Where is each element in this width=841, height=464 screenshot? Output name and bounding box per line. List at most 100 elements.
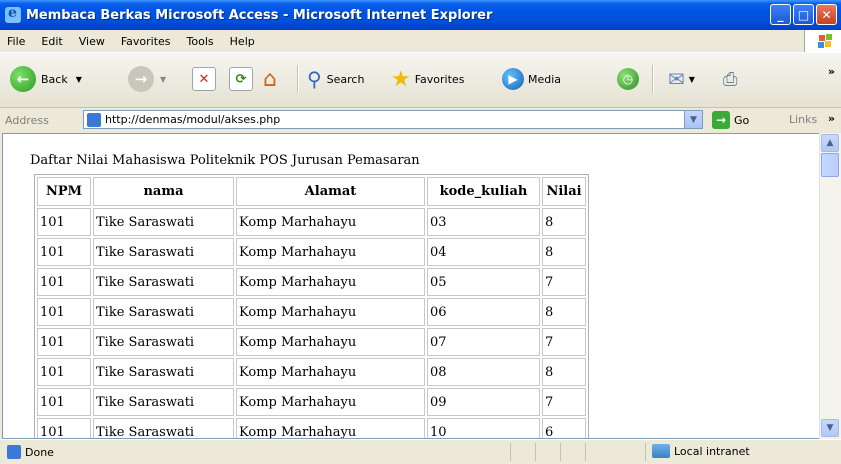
cell-kode-kuliah: 08 xyxy=(427,358,540,386)
cell-npm: 101 xyxy=(37,358,91,386)
go-button[interactable]: → Go xyxy=(712,111,749,129)
cell-nama: Tike Saraswati xyxy=(93,298,234,326)
cell-nama: Tike Saraswati xyxy=(93,238,234,266)
table-row: 101 Tike Saraswati Komp Marhahayu 08 8 xyxy=(37,358,586,386)
history-icon: ◷ xyxy=(617,68,639,90)
search-icon: ⚲ xyxy=(307,67,322,91)
status-divider xyxy=(535,443,536,461)
menu-bar: File Edit View Favorites Tools Help xyxy=(0,30,841,53)
favorites-label: Favorites xyxy=(414,72,465,86)
status-divider xyxy=(585,443,586,461)
page-caption: Daftar Nilai Mahasiswa Politeknik POS Ju… xyxy=(30,153,420,168)
favorites-star-icon: ★ xyxy=(391,66,411,92)
cell-npm: 101 xyxy=(37,418,91,438)
cell-nama: Tike Saraswati xyxy=(93,328,234,356)
cell-kode-kuliah: 05 xyxy=(427,268,540,296)
toolbar-more-icon[interactable]: » xyxy=(828,65,835,78)
table-row: 101 Tike Saraswati Komp Marhahayu 04 8 xyxy=(37,238,586,266)
menu-view[interactable]: View xyxy=(79,35,105,48)
media-icon: ▶ xyxy=(502,68,524,90)
close-button[interactable]: ✕ xyxy=(816,4,837,25)
column-header-nama: nama xyxy=(93,177,234,206)
home-button[interactable]: ⌂ xyxy=(263,62,277,96)
cell-nilai: 7 xyxy=(542,388,586,416)
column-header-nilai: Nilai xyxy=(542,177,586,206)
minimize-button[interactable]: _ xyxy=(770,4,791,25)
scroll-up-icon[interactable]: ▲ xyxy=(821,134,839,152)
search-button[interactable]: ⚲ Search xyxy=(307,62,364,96)
menu-help[interactable]: Help xyxy=(230,35,255,48)
cell-npm: 101 xyxy=(37,298,91,326)
menu-tools[interactable]: Tools xyxy=(187,35,214,48)
stop-button[interactable]: ✕ xyxy=(192,62,216,96)
menu-favorites[interactable]: Favorites xyxy=(121,35,171,48)
refresh-button[interactable]: ⟳ xyxy=(229,62,253,96)
address-bar: Address http://denmas/modul/akses.php ▼ … xyxy=(0,108,841,132)
forward-button[interactable]: → ▼ xyxy=(128,62,166,96)
media-label: Media xyxy=(528,72,562,86)
maximize-button[interactable]: □ xyxy=(793,4,814,25)
page-loaded-icon xyxy=(7,445,21,459)
cell-kode-kuliah: 09 xyxy=(427,388,540,416)
title-bar[interactable]: Membaca Berkas Microsoft Access - Micros… xyxy=(0,0,841,30)
table-row: 101 Tike Saraswati Komp Marhahayu 07 7 xyxy=(37,328,586,356)
links-toolbar[interactable]: Links xyxy=(789,113,817,126)
standard-toolbar: ← Back ▼ → ▼ ✕ ⟳ ⌂ ⚲ Search ★ Favorites … xyxy=(0,53,841,108)
links-more-icon[interactable]: » xyxy=(828,112,835,125)
forward-arrow-icon: → xyxy=(128,66,154,92)
forward-dropdown-icon[interactable]: ▼ xyxy=(160,75,166,84)
address-dropdown-icon[interactable]: ▼ xyxy=(684,111,702,128)
menu-edit[interactable]: Edit xyxy=(41,35,62,48)
zone-label: Local intranet xyxy=(674,444,750,458)
cell-alamat: Komp Marhahayu xyxy=(236,358,425,386)
cell-alamat: Komp Marhahayu xyxy=(236,418,425,438)
cell-nilai: 8 xyxy=(542,358,586,386)
go-label: Go xyxy=(734,113,750,127)
security-zone[interactable]: Local intranet xyxy=(652,444,750,458)
print-button[interactable]: ⎙ xyxy=(723,62,737,96)
mail-button[interactable]: ✉ ▼ xyxy=(668,62,695,96)
home-icon: ⌂ xyxy=(263,66,277,92)
address-url[interactable]: http://denmas/modul/akses.php xyxy=(105,113,280,126)
cell-nama: Tike Saraswati xyxy=(93,388,234,416)
history-button[interactable]: ◷ xyxy=(617,62,639,96)
cell-nama: Tike Saraswati xyxy=(93,268,234,296)
cell-npm: 101 xyxy=(37,238,91,266)
cell-kode-kuliah: 03 xyxy=(427,208,540,236)
table-header-row: NPM nama Alamat kode_kuliah Nilai xyxy=(37,177,586,206)
column-header-kode-kuliah: kode_kuliah xyxy=(427,177,540,206)
cell-alamat: Komp Marhahayu xyxy=(236,388,425,416)
cell-nama: Tike Saraswati xyxy=(93,208,234,236)
cell-nilai: 6 xyxy=(542,418,586,438)
cell-npm: 101 xyxy=(37,388,91,416)
address-field[interactable]: http://denmas/modul/akses.php ▼ xyxy=(83,110,703,129)
favorites-button[interactable]: ★ Favorites xyxy=(391,62,464,96)
status-divider xyxy=(510,443,511,461)
mail-dropdown-icon[interactable]: ▼ xyxy=(689,75,695,84)
mail-icon: ✉ xyxy=(668,67,685,91)
windows-logo-icon xyxy=(804,30,841,52)
cell-alamat: Komp Marhahayu xyxy=(236,208,425,236)
back-button[interactable]: ← Back ▼ xyxy=(10,62,82,96)
table-row: 101 Tike Saraswati Komp Marhahayu 10 6 xyxy=(37,418,586,438)
table-row: 101 Tike Saraswati Komp Marhahayu 03 8 xyxy=(37,208,586,236)
table-row: 101 Tike Saraswati Komp Marhahayu 05 7 xyxy=(37,268,586,296)
scroll-down-icon[interactable]: ▼ xyxy=(821,419,839,437)
go-arrow-icon: → xyxy=(712,111,730,129)
table-row: 101 Tike Saraswati Komp Marhahayu 09 7 xyxy=(37,388,586,416)
back-dropdown-icon[interactable]: ▼ xyxy=(76,75,82,84)
media-button[interactable]: ▶ Media xyxy=(502,62,561,96)
menu-file[interactable]: File xyxy=(7,35,25,48)
window-title: Membaca Berkas Microsoft Access - Micros… xyxy=(26,7,493,23)
cell-kode-kuliah: 07 xyxy=(427,328,540,356)
page-icon xyxy=(87,112,101,127)
cell-kode-kuliah: 04 xyxy=(427,238,540,266)
search-label: Search xyxy=(326,72,365,86)
cell-nilai: 8 xyxy=(542,298,586,326)
cell-nilai: 7 xyxy=(542,328,586,356)
scroll-thumb[interactable] xyxy=(821,153,839,177)
toolbar-separator xyxy=(297,65,299,93)
cell-kode-kuliah: 06 xyxy=(427,298,540,326)
vertical-scrollbar[interactable]: ▲ ▼ xyxy=(819,133,841,439)
cell-kode-kuliah: 10 xyxy=(427,418,540,438)
